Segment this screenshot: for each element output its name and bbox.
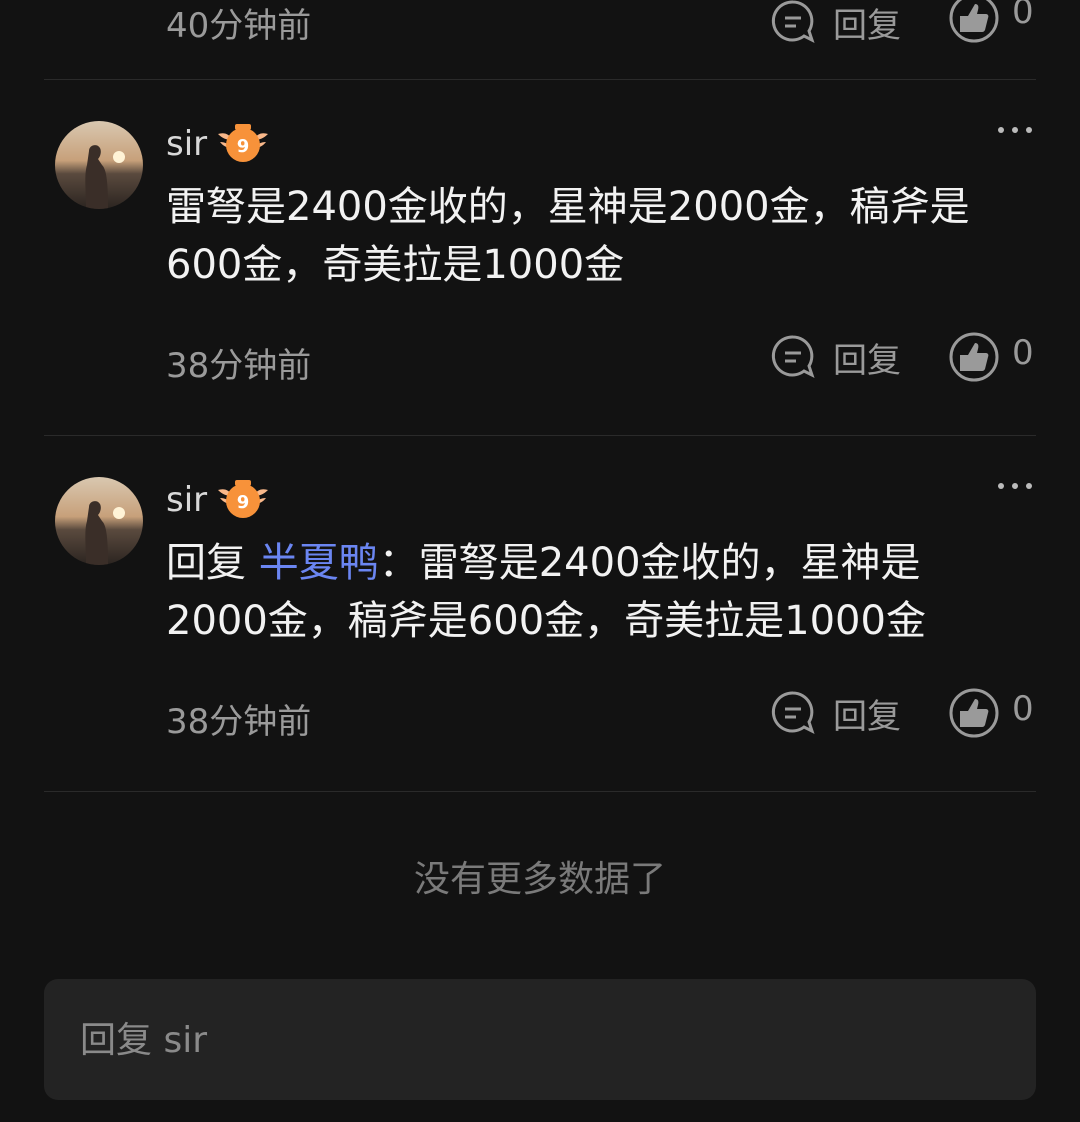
reply-to-user-link[interactable]: 半夏鸭	[259, 540, 379, 586]
reply-prefix: 回复	[166, 540, 246, 586]
comment-page: 40分钟前 回复 0 sir 9 雷弩是2400金收的，星神是2000金，稿斧是…	[0, 0, 1080, 1122]
thumbs-up-icon[interactable]	[948, 0, 1000, 44]
avatar[interactable]	[55, 477, 143, 565]
comment-time: 38分钟前	[166, 702, 312, 742]
reply-icon[interactable]	[770, 0, 816, 44]
svg-text:9: 9	[237, 136, 250, 157]
reply-button[interactable]: 回复	[833, 0, 901, 47]
comment-time: 38分钟前	[166, 346, 312, 386]
divider	[44, 435, 1036, 436]
reply-icon[interactable]	[770, 689, 816, 735]
thumbs-up-icon[interactable]	[948, 331, 1000, 383]
no-more-data-label: 没有更多数据了	[413, 859, 666, 900]
like-count: 0	[1012, 0, 1034, 32]
more-options-icon[interactable]	[995, 480, 1035, 492]
reply-icon[interactable]	[770, 333, 816, 379]
avatar[interactable]	[55, 121, 143, 209]
previous-comment-footer: 40分钟前 回复 0	[0, 0, 1080, 46]
level-badge-icon: 9	[218, 480, 268, 518]
like-count: 0	[1012, 689, 1034, 729]
comment-time: 40分钟前	[166, 6, 312, 46]
divider	[44, 791, 1036, 792]
reply-button[interactable]: 回复	[833, 333, 901, 382]
thumbs-up-icon[interactable]	[948, 687, 1000, 739]
divider	[44, 79, 1036, 80]
more-options-icon[interactable]	[995, 124, 1035, 136]
reply-separator: ：	[378, 540, 419, 586]
username[interactable]: sir	[166, 480, 207, 520]
like-count: 0	[1012, 333, 1034, 373]
comment-text: 雷弩是2400金收的，星神是2000金，稿斧是600金，奇美拉是1000金	[166, 184, 970, 288]
svg-text:9: 9	[237, 492, 250, 513]
username[interactable]: sir	[166, 124, 207, 164]
reply-button[interactable]: 回复	[833, 689, 901, 738]
comment-text: 回复 半夏鸭：雷弩是2400金收的，星神是2000金，稿斧是600金，奇美拉是1…	[166, 534, 1016, 650]
level-badge-icon: 9	[218, 124, 268, 162]
reply-input[interactable]	[78, 979, 1002, 1102]
reply-input-box[interactable]	[44, 979, 1036, 1102]
